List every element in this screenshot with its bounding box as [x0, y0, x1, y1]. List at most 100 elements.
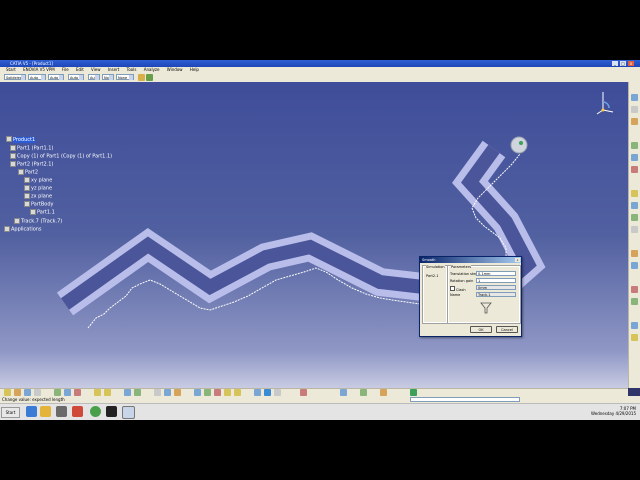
- tool-icon[interactable]: [631, 166, 638, 173]
- object-list-item[interactable]: Part2.1: [426, 274, 438, 278]
- app-icon[interactable]: [56, 406, 67, 417]
- tree-item[interactable]: Copy (1) of Part1 (Copy (1) of Part1.1): [10, 153, 112, 160]
- save-icon[interactable]: [24, 389, 31, 396]
- undo-icon[interactable]: [94, 389, 101, 396]
- tree-item[interactable]: PartBody: [24, 201, 54, 208]
- menu-start[interactable]: Start: [6, 67, 16, 72]
- zoom-in-icon[interactable]: [224, 389, 231, 396]
- app-icon[interactable]: [122, 406, 135, 419]
- minimize-button[interactable]: _: [612, 61, 618, 66]
- tool-icon[interactable]: [124, 389, 131, 396]
- folder-icon[interactable]: [40, 406, 51, 417]
- combo-5[interactable]: Auto: [88, 74, 100, 80]
- tool-icon[interactable]: [631, 298, 638, 305]
- tree-item[interactable]: Track.7 (Track.7): [14, 218, 62, 225]
- tool-icon[interactable]: [631, 226, 638, 233]
- ok-button[interactable]: OK: [470, 326, 492, 333]
- menu-tools[interactable]: Tools: [127, 67, 137, 72]
- hide-show-icon[interactable]: [274, 389, 281, 396]
- tool-icon[interactable]: [631, 142, 638, 149]
- tool-icon[interactable]: [174, 389, 181, 396]
- paste-icon[interactable]: [74, 389, 81, 396]
- combo-7[interactable]: None: [116, 74, 134, 80]
- tree-item[interactable]: Part2 (Part2.1): [10, 161, 53, 168]
- probe-sphere[interactable]: [510, 136, 528, 154]
- tool-icon[interactable]: [154, 389, 161, 396]
- tree-item[interactable]: xy plane: [24, 177, 52, 184]
- menu-help[interactable]: Help: [190, 67, 199, 72]
- menu-window[interactable]: Window: [167, 67, 183, 72]
- 3d-viewport[interactable]: Product1 Part1 (Part1.1) Copy (1) of Par…: [0, 82, 628, 388]
- translation-step-field[interactable]: 0.1mm: [476, 271, 516, 276]
- tool-icon[interactable]: [360, 389, 367, 396]
- tree-item[interactable]: Part1 (Part1.1): [10, 145, 53, 152]
- tool-icon[interactable]: [631, 214, 638, 221]
- paint-icon[interactable]: [138, 74, 145, 81]
- copy-icon[interactable]: [64, 389, 71, 396]
- tree-item[interactable]: Part2: [18, 169, 38, 176]
- tool-icon[interactable]: [631, 334, 638, 341]
- cancel-button[interactable]: Cancel: [496, 326, 518, 333]
- combo-1[interactable]: Solideleo: [4, 74, 26, 80]
- power-input[interactable]: [410, 397, 520, 402]
- tool-icon[interactable]: [340, 389, 347, 396]
- tool-icon[interactable]: [631, 154, 638, 161]
- combo-3[interactable]: Auto: [48, 74, 64, 80]
- rotation-gain-field[interactable]: 1: [476, 278, 516, 283]
- dialog-close-button[interactable]: x: [515, 258, 520, 262]
- compass-icon[interactable]: [595, 88, 615, 116]
- new-icon[interactable]: [4, 389, 11, 396]
- tool-icon[interactable]: [631, 286, 638, 293]
- menu-analyze[interactable]: Analyze: [144, 67, 160, 72]
- tool-icon[interactable]: [631, 118, 638, 125]
- tool-icon[interactable]: [380, 389, 387, 396]
- tool-icon[interactable]: [631, 322, 638, 329]
- maximize-button[interactable]: □: [620, 61, 626, 66]
- menu-edit[interactable]: Edit: [76, 67, 84, 72]
- tree-item[interactable]: Part1.1: [30, 209, 55, 216]
- tool-icon[interactable]: [631, 190, 638, 197]
- tool-icon[interactable]: [631, 250, 638, 257]
- tree-item[interactable]: zx plane: [24, 193, 52, 200]
- tool-icon[interactable]: [631, 262, 638, 269]
- combo-4[interactable]: Auto: [68, 74, 84, 80]
- start-button[interactable]: Start: [1, 407, 20, 418]
- open-icon[interactable]: [14, 389, 21, 396]
- tool-icon[interactable]: [300, 389, 307, 396]
- plane-icon: [24, 193, 30, 199]
- menu-insert[interactable]: Insert: [108, 67, 119, 72]
- tool-icon[interactable]: [631, 106, 638, 113]
- chrome-icon[interactable]: [90, 406, 101, 417]
- ie-icon[interactable]: [26, 406, 37, 417]
- clash-value-field[interactable]: 0mm: [476, 285, 516, 290]
- pan-icon[interactable]: [204, 389, 211, 396]
- catia-icon[interactable]: [106, 406, 117, 417]
- name-field[interactable]: Track.1: [476, 292, 516, 297]
- combo-6[interactable]: None: [102, 74, 114, 80]
- render-icon[interactable]: [264, 389, 271, 396]
- redo-icon[interactable]: [104, 389, 111, 396]
- view-icon[interactable]: [254, 389, 261, 396]
- rotate-icon[interactable]: [214, 389, 221, 396]
- tool-icon[interactable]: [164, 389, 171, 396]
- tree-item[interactable]: Applications: [4, 226, 42, 233]
- tool-icon[interactable]: [631, 94, 638, 101]
- menu-enovia[interactable]: ENOVIA V5 VPM: [23, 67, 55, 72]
- close-button[interactable]: x: [628, 61, 634, 66]
- tool-icon[interactable]: [134, 389, 141, 396]
- menu-view[interactable]: View: [91, 67, 101, 72]
- clash-checkbox[interactable]: Clash: [450, 286, 466, 292]
- tool-icon[interactable]: [631, 202, 638, 209]
- cut-icon[interactable]: [54, 389, 61, 396]
- tree-root[interactable]: Product1: [6, 136, 36, 143]
- menu-file[interactable]: File: [62, 67, 69, 72]
- fit-all-icon[interactable]: [194, 389, 201, 396]
- properties-icon[interactable]: [146, 74, 153, 81]
- print-icon[interactable]: [34, 389, 41, 396]
- app-icon[interactable]: [72, 406, 83, 417]
- applications-icon: [4, 226, 10, 232]
- tree-item[interactable]: yz plane: [24, 185, 52, 192]
- combo-2[interactable]: Auto: [28, 74, 46, 80]
- tool-icon[interactable]: [410, 389, 417, 396]
- zoom-out-icon[interactable]: [234, 389, 241, 396]
